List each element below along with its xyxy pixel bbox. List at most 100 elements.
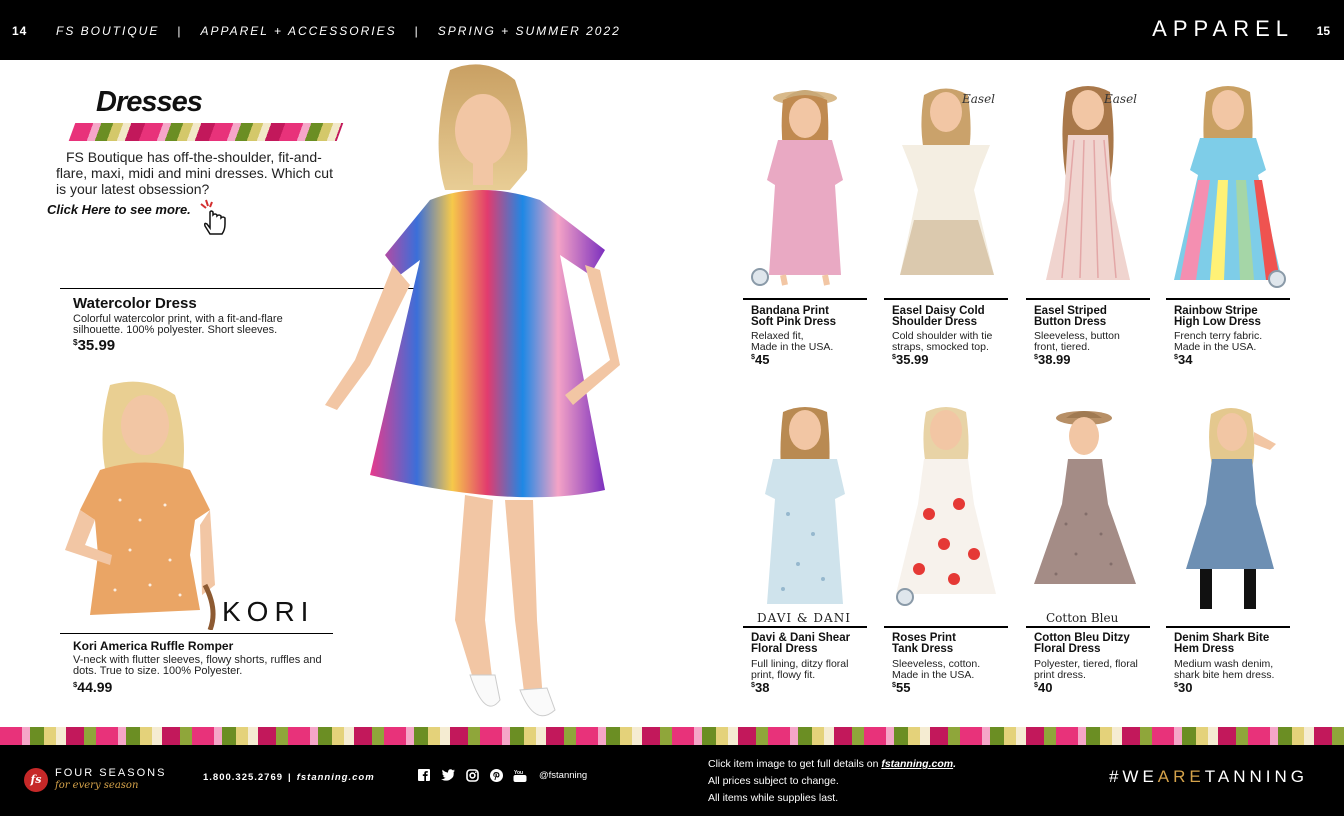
product-description: Sleeveless, button front, tiered. [1034, 331, 1152, 352]
product-name: Bandana Print Soft Pink Dress [751, 305, 869, 328]
currency-symbol: $ [751, 681, 755, 689]
instagram-icon[interactable] [465, 769, 479, 783]
price-value: 40 [1037, 680, 1053, 695]
product-divider [884, 298, 1008, 300]
price-value: 55 [895, 680, 911, 695]
product-price: $34 [1174, 352, 1192, 367]
product-price: $30 [1174, 680, 1192, 695]
currency-symbol: $ [1034, 681, 1038, 689]
bandana-dress-image[interactable] [743, 80, 867, 290]
rainbow-stripe-dress-image[interactable] [1166, 80, 1290, 290]
product-divider [1026, 298, 1150, 300]
product-name-line: Tank Dress [892, 643, 954, 655]
product-description-line: front, tiered. [1034, 340, 1091, 353]
product-description-line: Made in the USA. [751, 340, 834, 353]
hashtag-part: #WE [1108, 767, 1158, 786]
product-description: Cold shoulder with tie straps, smocked to… [892, 331, 1010, 352]
product-description-line: shark bite hem dress. [1174, 668, 1275, 681]
notes-line-1: Click item image to get full details on … [708, 756, 956, 773]
product-description: French terry fabric. Made in the USA. [1174, 331, 1292, 352]
easel-striped-dress-image[interactable] [1026, 80, 1150, 290]
romper-product-price: $44.99 [73, 679, 112, 695]
price-value: 44.99 [77, 679, 113, 695]
social-handle[interactable]: @fstanning [539, 769, 587, 783]
price-value: 38 [754, 680, 770, 695]
roses-dress-image[interactable] [884, 404, 1008, 609]
notes-line-3: All items while supplies last. [708, 792, 839, 804]
product-price: $38.99 [1034, 352, 1071, 367]
currency-symbol: $ [892, 681, 896, 689]
product-name: Easel Daisy Cold Shoulder Dress [892, 305, 1010, 328]
product-description-line: Full lining, ditzy floral [751, 658, 849, 670]
product-divider [1026, 626, 1150, 628]
currency-symbol: $ [892, 353, 896, 361]
product-description-line: Made in the USA. [1174, 340, 1257, 353]
price-value: 45 [754, 352, 770, 367]
cotton-bleu-dress-image[interactable] [1026, 404, 1150, 609]
product-description-line: Polyester, tiered, floral [1034, 658, 1138, 670]
easel-brand-mark: Easel [1104, 92, 1138, 106]
header-breadcrumb: FS BOUTIQUE | APPAREL + ACCESSORIES | SP… [56, 24, 621, 38]
product-description: Medium wash denim, shark bite hem dress. [1174, 659, 1292, 680]
product-description-line: Sleeveless, button [1034, 330, 1120, 342]
currency-symbol: $ [73, 338, 78, 347]
phone-number[interactable]: 1.800.325.2769 [203, 772, 283, 783]
see-more-link[interactable]: Click Here to see more. [47, 202, 191, 217]
price-value: 35.99 [895, 352, 929, 367]
pinterest-icon[interactable] [489, 769, 503, 783]
currency-symbol: $ [1174, 681, 1178, 689]
company-tagline: for every season [55, 780, 139, 791]
easel-brand-mark: Easel [962, 92, 996, 106]
currency-symbol: $ [1174, 353, 1178, 361]
made-in-usa-badge [896, 588, 914, 606]
product-price: $40 [1034, 680, 1052, 695]
product-name-line: Floral Dress [1034, 643, 1101, 655]
product-price: $38 [751, 680, 769, 695]
notes-website-link[interactable]: fstanning.com [881, 758, 953, 770]
product-divider [884, 626, 1008, 628]
product-description: Full lining, ditzy floral print, flowy fi… [751, 659, 869, 680]
currency-symbol: $ [73, 680, 78, 689]
youtube-icon[interactable]: You [513, 769, 527, 783]
product-price: $45 [751, 352, 769, 367]
romper-model-image[interactable] [50, 380, 220, 630]
facebook-icon[interactable] [417, 769, 431, 783]
currency-symbol: $ [1034, 353, 1038, 361]
crumb-separator: | [414, 24, 420, 38]
crumb-apparel: APPAREL + ACCESSORIES [200, 24, 397, 38]
contact-separator: | [288, 772, 292, 783]
company-name: FOUR SEASONS [55, 767, 167, 779]
product-divider [743, 626, 867, 628]
section-title: APPAREL [1152, 16, 1294, 41]
easel-daisy-dress-image[interactable] [884, 80, 1008, 290]
legal-notes: Click item image to get full details on … [708, 756, 956, 807]
romper-product-name: Kori America Ruffle Romper [73, 639, 234, 653]
contact-info: 1.800.325.2769 | fstanning.com [203, 772, 375, 783]
featured-product-name: Watercolor Dress [73, 295, 197, 312]
denim-dress-image[interactable] [1166, 404, 1290, 609]
twitter-icon[interactable] [441, 769, 455, 783]
product-name: Easel Striped Button Dress [1034, 305, 1152, 328]
price-value: 38.99 [1037, 352, 1071, 367]
crumb-separator: | [177, 24, 183, 38]
davi-dani-dress-image[interactable] [743, 404, 867, 609]
product-divider [743, 298, 867, 300]
pointing-hand-icon[interactable] [198, 198, 230, 238]
hashtag-part: TANNING [1204, 767, 1308, 786]
product-name: Cotton Bleu Ditzy Floral Dress [1034, 632, 1152, 655]
product-name-line: High Low Dress [1174, 316, 1261, 328]
product-description-line: Sleeveless, cotton. [892, 658, 981, 670]
product-description: Polyester, tiered, floral print dress. [1034, 659, 1152, 680]
product-description-line: Made in the USA. [892, 668, 975, 681]
product-description-line: straps, smocked top. [892, 340, 989, 353]
price-value: 34 [1177, 352, 1193, 367]
kori-brand-logo: KORI [222, 596, 315, 627]
davi-dani-brand-mark: DAVI & DANI [757, 611, 851, 625]
product-name: Denim Shark Bite Hem Dress [1174, 632, 1292, 655]
hashtag-accent: ARE [1157, 767, 1205, 786]
product-divider [1166, 626, 1290, 628]
website-link[interactable]: fstanning.com [297, 772, 375, 783]
romper-product-description: V-neck with flutter sleeves, flowy short… [73, 654, 322, 677]
product-description-line: Relaxed fit, [751, 330, 804, 342]
watercolor-dress-model-image[interactable] [315, 60, 625, 725]
